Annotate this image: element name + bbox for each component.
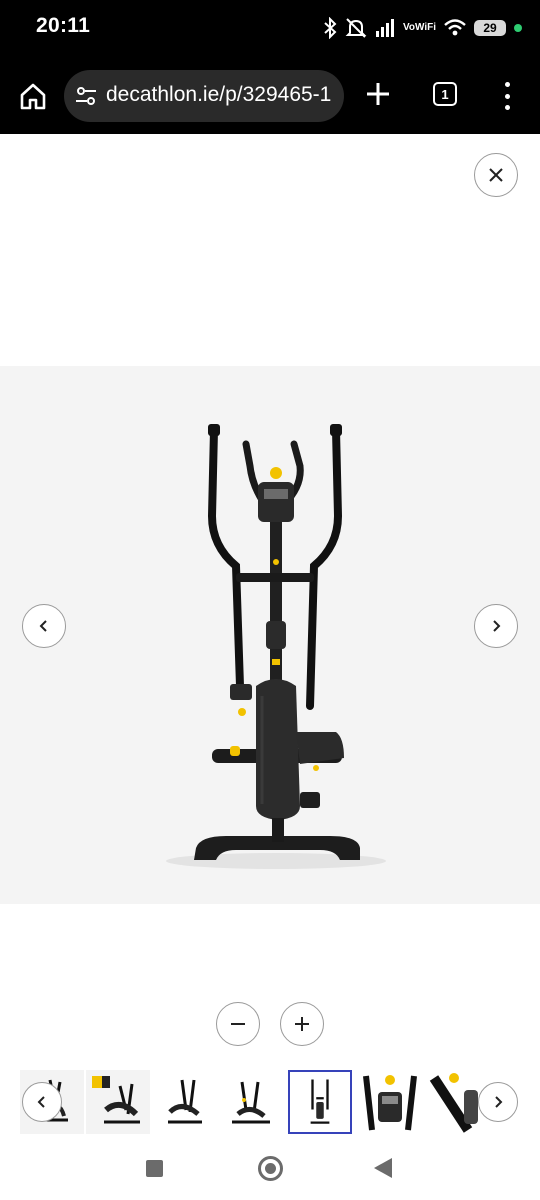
bluetooth-icon — [323, 17, 337, 39]
zoom-in-button[interactable] — [280, 1002, 324, 1046]
product-image-stage — [0, 366, 540, 904]
chevron-right-icon — [495, 1096, 503, 1108]
home-circle-icon[interactable] — [258, 1156, 283, 1181]
close-viewer-button[interactable] — [474, 153, 518, 197]
more-menu-icon[interactable] — [500, 82, 514, 110]
recents-square-icon[interactable] — [146, 1160, 163, 1177]
site-settings-icon[interactable] — [74, 84, 98, 108]
thumb-angle-view[interactable] — [152, 1070, 216, 1134]
chevron-left-icon — [39, 620, 47, 632]
close-icon — [489, 168, 503, 182]
battery-icon: 29 — [474, 20, 506, 36]
zoom-out-button[interactable] — [216, 1002, 260, 1046]
vowifi-bottom: WiFi — [414, 22, 436, 33]
signal-icon — [375, 18, 395, 38]
thumbs-prev-button[interactable] — [22, 1082, 62, 1122]
thumbs-next-button[interactable] — [478, 1082, 518, 1122]
next-image-button[interactable] — [474, 604, 518, 648]
vowifi-icon: Vo WiFi — [403, 23, 436, 33]
zoom-out-icon — [231, 1023, 245, 1025]
back-triangle-icon[interactable] — [374, 1158, 392, 1178]
thumbnail-strip — [20, 1066, 520, 1138]
thumb-rear-angle[interactable] — [218, 1070, 282, 1134]
prev-image-button[interactable] — [22, 604, 66, 648]
home-icon[interactable] — [18, 81, 48, 111]
thumb-console-detail[interactable] — [358, 1070, 422, 1134]
mute-icon — [345, 17, 367, 39]
status-icons: Vo WiFi 29 — [323, 14, 522, 42]
thumb-with-badge[interactable] — [86, 1070, 150, 1134]
zoom-in-icon — [295, 1017, 309, 1031]
browser-toolbar: decathlon.ie/p/329465-1 1 — [0, 56, 540, 134]
status-time: 20:11 — [36, 14, 91, 37]
wifi-icon — [444, 19, 466, 37]
new-tab-plus-icon[interactable] — [364, 80, 392, 108]
chevron-left-icon — [37, 1096, 45, 1108]
android-nav-bar — [0, 1140, 540, 1200]
product-image[interactable] — [0, 366, 540, 904]
thumb-front-view[interactable] — [288, 1070, 352, 1134]
tab-switcher-icon[interactable]: 1 — [433, 82, 457, 106]
privacy-dot-icon — [514, 24, 522, 32]
chevron-right-icon — [493, 620, 501, 632]
vowifi-top: Vo — [402, 22, 415, 33]
status-bar: 20:11 Vo WiFi 29 — [0, 0, 540, 56]
url-text: decathlon.ie/p/329465-1 — [106, 83, 332, 106]
address-bar[interactable]: decathlon.ie/p/329465-1 — [64, 70, 344, 122]
screen: 20:11 Vo WiFi 29 decathlon.ie/p/329465-1… — [0, 0, 540, 1200]
